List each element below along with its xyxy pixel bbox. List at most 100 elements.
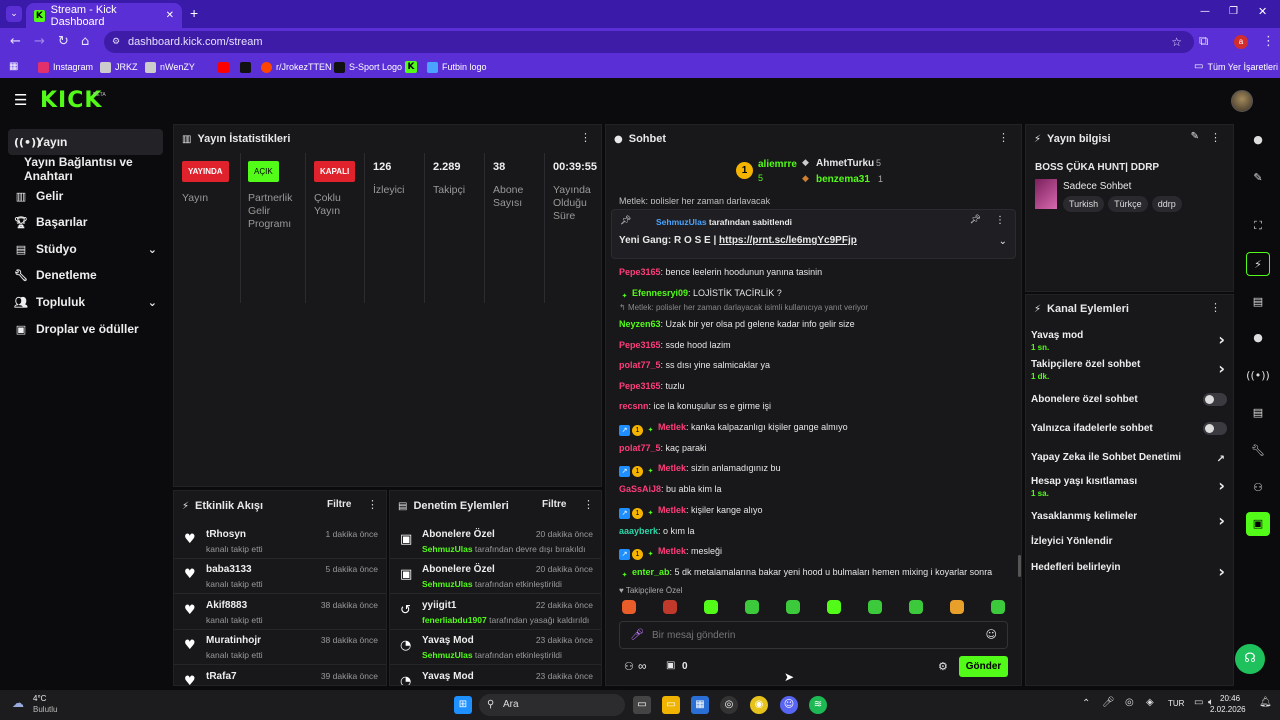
minimize-icon[interactable]: — (1200, 6, 1210, 17)
mod-filter-button[interactable]: Filtre (542, 499, 566, 510)
channel-action-item[interactable]: Yasaklanmış kelimeler › (1031, 511, 1231, 530)
top-gifter-name[interactable]: aliemrre (758, 159, 797, 170)
unpin-icon[interactable]: 📌︎ (970, 215, 981, 225)
channel-action-item[interactable]: Yalnızca ifadelerle sohbet (1031, 422, 1231, 435)
channel-action-item[interactable]: Abonelere özel sohbet (1031, 393, 1231, 406)
emote-icon[interactable] (745, 600, 759, 614)
list-rail-icon[interactable]: ▤ (1246, 401, 1270, 425)
clock-date[interactable]: 2.02.2026 (1210, 705, 1246, 714)
chat-username[interactable]: Pepe3165 (619, 267, 661, 277)
channel-action-item[interactable]: Yavaş mod 1 sn. › (1031, 330, 1231, 352)
toggle-switch[interactable] (1203, 422, 1227, 435)
back-icon[interactable]: ← (10, 28, 21, 56)
bookmark-instagram[interactable]: Instagram (38, 56, 93, 78)
chat-username[interactable]: Efennesryi09 (632, 288, 688, 298)
tab-close-icon[interactable]: ✕ (166, 10, 174, 21)
toggle-switch[interactable] (1203, 393, 1227, 406)
chat-menu-icon[interactable]: ⋮ (998, 131, 1009, 144)
spotify-icon[interactable]: ≋ (809, 696, 827, 714)
chat-username[interactable]: Neyzen63 (619, 319, 661, 329)
pinned-link[interactable]: https://prnt.sc/le6mgYc9PFjp (719, 235, 857, 246)
emote-icon[interactable] (704, 600, 718, 614)
notification-icon[interactable]: 🔔︎ (1259, 697, 1272, 708)
store-icon[interactable]: ▦ (691, 696, 709, 714)
home-icon[interactable]: ⌂ (81, 28, 89, 56)
tab-search-icon[interactable]: ⌄ (6, 6, 22, 22)
channel-action-item[interactable]: Hedefleri belirleyin › (1031, 562, 1231, 581)
chat-username[interactable]: aaayberk (619, 526, 658, 536)
sidebar-item-droplar[interactable]: ▣ Droplar ve ödüller (8, 316, 163, 342)
info-rail-icon[interactable]: ● (1246, 128, 1270, 152)
chat-username[interactable]: enter_ab (632, 567, 670, 577)
chat-username[interactable]: Metlek (658, 422, 686, 432)
support-chat-button[interactable]: ☊ (1235, 644, 1265, 674)
actions-menu-icon[interactable]: ⋮ (1210, 301, 1221, 314)
sidebar-item-basarilar[interactable]: 🏆︎ Başarılar (8, 209, 163, 235)
info-menu-icon[interactable]: ⋮ (1210, 131, 1221, 144)
bookmark-star-icon[interactable]: ☆ (1171, 31, 1182, 53)
top-gifter-name[interactable]: AhmetTurku (816, 158, 874, 169)
all-bookmarks[interactable]: ▭ Tüm Yer İşaretleri (1194, 56, 1278, 78)
emote-icon[interactable] (786, 600, 800, 614)
emoji-icon[interactable]: ☺ (986, 628, 997, 641)
chat-rail-icon[interactable]: ● (1246, 326, 1270, 350)
browser-tab[interactable]: K Stream - Kick Dashboard ✕ (26, 3, 182, 28)
app-icon[interactable]: ◎ (720, 696, 738, 714)
clock-time[interactable]: 20:46 (1220, 694, 1240, 703)
pinned-menu-icon[interactable]: ⋮ (995, 215, 1005, 226)
new-tab-button[interactable]: + (190, 5, 198, 21)
emote-icon[interactable] (950, 600, 964, 614)
channel-action-item[interactable]: Hesap yaşı kısıtlaması 1 sa. › (1031, 476, 1231, 498)
language-indicator[interactable]: TUR (1168, 699, 1184, 708)
chat-username[interactable]: Metlek (658, 546, 686, 556)
clips-rail-icon[interactable]: ▣ (1246, 512, 1270, 536)
emote-icon[interactable] (663, 600, 677, 614)
bookmark-reddit[interactable]: r/JrokezTTEN (261, 56, 332, 78)
taskbar-search[interactable]: ⚲ Ara (479, 694, 625, 716)
sidebar-item-stream-key[interactable]: Yayın Bağlantısı ve Anahtarı (8, 155, 168, 183)
community-rail-icon[interactable]: ⚇ (1246, 476, 1270, 500)
channel-action-item[interactable]: İzleyici Yönlendir (1031, 536, 1231, 547)
channel-action-item[interactable]: Takipçilere özel sohbet 1 dk. › (1031, 359, 1231, 381)
sidebar-item-studyo[interactable]: ▤ Stüdyo ⌄ (8, 236, 163, 262)
channel-action-item[interactable]: Yapay Zeka ile Sohbet Denetimi ↗ (1031, 452, 1231, 465)
task-view-icon[interactable]: ▭ (633, 696, 651, 714)
youtube-icon[interactable] (218, 62, 229, 73)
chat-scrollbar[interactable] (1018, 555, 1021, 577)
window-close-icon[interactable]: ✕ (1258, 5, 1267, 18)
chat-username[interactable]: GaSsAiJ8 (619, 484, 661, 494)
chat-settings-icon[interactable]: ⚙ (938, 660, 948, 673)
emote-icon[interactable] (909, 600, 923, 614)
bookmark-ssport[interactable]: S-Sport Logo (334, 56, 402, 78)
activity-menu-icon[interactable]: ⋮ (367, 498, 378, 511)
edit-rail-icon[interactable]: ✎ (1246, 166, 1270, 190)
tray-chevron-icon[interactable]: ⌃ (1082, 698, 1090, 709)
sidebar-item-denetleme[interactable]: 🔧︎ Denetleme (8, 262, 163, 288)
x-icon[interactable] (240, 62, 251, 73)
stats-menu-icon[interactable]: ⋮ (580, 131, 591, 144)
emote-icon[interactable] (991, 600, 1005, 614)
discord-icon[interactable]: ☺ (780, 696, 798, 714)
notes-rail-icon[interactable]: ▤ (1246, 290, 1270, 314)
expand-chevron-icon[interactable]: ⌄ (999, 236, 1007, 247)
chat-username[interactable]: Metlek (658, 505, 686, 515)
top-gifter-name[interactable]: benzema31 (816, 174, 870, 185)
chat-input-box[interactable]: 🎤︎ ☺ (619, 621, 1008, 649)
sidebar-item-gelir[interactable]: ▥ Gelir (8, 183, 163, 209)
chat-username[interactable]: Metlek (658, 463, 686, 473)
bookmark-jrkz[interactable]: JRKZ (100, 56, 138, 78)
chat-username[interactable]: polat77_5 (619, 443, 661, 453)
chat-username[interactable]: Pepe3165 (619, 381, 661, 391)
shield-tray-icon[interactable]: ◈ (1146, 697, 1154, 708)
sidebar-item-topluluk[interactable]: 👥︎ Topluluk ⌄ (8, 289, 163, 315)
kick-bookmark-icon[interactable]: K (405, 61, 417, 73)
emote-icon[interactable] (622, 600, 636, 614)
send-button[interactable]: Gönder (959, 656, 1008, 677)
edit-icon[interactable]: ✎ (1191, 131, 1199, 142)
chat-username[interactable]: recsnn (619, 401, 649, 411)
broadcast-rail-icon[interactable]: ((•)) (1246, 364, 1270, 388)
category-name[interactable]: Sadece Sohbet (1063, 181, 1131, 192)
sidebar-item-yayin[interactable]: ((•)) Yayın (8, 129, 163, 155)
windows-start-icon[interactable]: ⊞ (454, 696, 472, 714)
profile-avatar[interactable]: a (1234, 35, 1248, 49)
